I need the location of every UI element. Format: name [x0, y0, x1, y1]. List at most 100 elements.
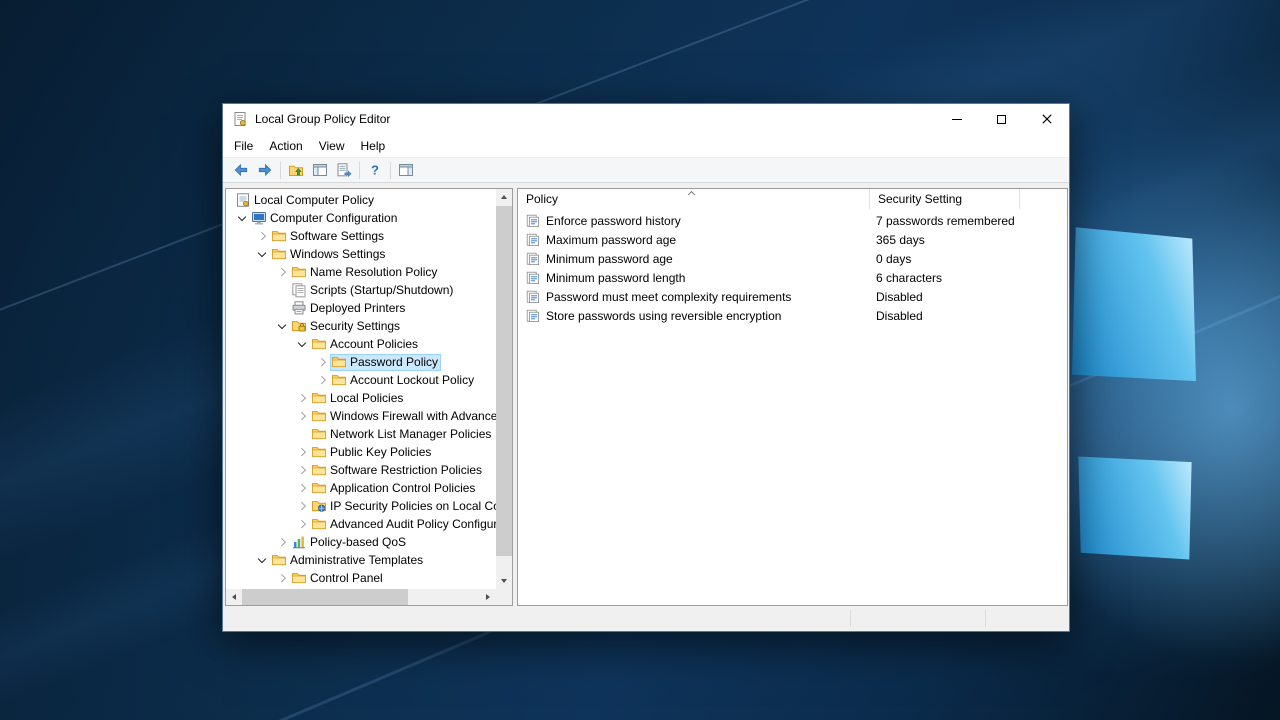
horizontal-scrollbar-thumb[interactable]	[242, 589, 408, 605]
tree-item-software-restriction-policies[interactable]: Software Restriction Policies	[226, 461, 496, 479]
chevron-right-icon[interactable]	[274, 570, 290, 586]
tree-item-security-settings[interactable]: Security Settings	[226, 317, 496, 335]
export-list-button[interactable]	[332, 159, 356, 181]
gpo-icon	[235, 192, 251, 208]
chevron-right-icon[interactable]	[294, 480, 310, 496]
maximize-button[interactable]	[979, 104, 1024, 134]
scrollbar-corner	[496, 589, 512, 605]
tree-item-label: Software Restriction Policies	[330, 463, 482, 477]
menu-action[interactable]: Action	[261, 136, 310, 156]
policy-row-store-passwords-using-reversible-encryption[interactable]: Store passwords using reversible encrypt…	[518, 306, 1067, 325]
close-button[interactable]	[1024, 104, 1069, 134]
tree-item-computer-configuration[interactable]: Computer Configuration	[226, 209, 496, 227]
menu-file[interactable]: File	[226, 136, 261, 156]
policy-row-minimum-password-length[interactable]: Minimum password length6 characters	[518, 268, 1067, 287]
chevron-down-icon[interactable]	[294, 336, 310, 352]
tree-item-password-policy[interactable]: Password Policy	[226, 353, 496, 371]
tree-item-application-control-policies[interactable]: Application Control Policies	[226, 479, 496, 497]
toolbar-separator	[390, 162, 391, 179]
back-button[interactable]	[229, 159, 253, 181]
status-bar	[223, 606, 1069, 631]
help-button[interactable]: ?	[363, 159, 387, 181]
action-pane-button[interactable]	[394, 159, 418, 181]
tree-item-software-settings[interactable]: Software Settings	[226, 227, 496, 245]
scroll-right-button[interactable]	[480, 589, 496, 605]
minimize-icon	[952, 119, 962, 120]
tree-item-control-panel[interactable]: Control Panel	[226, 569, 496, 587]
policy-row-maximum-password-age[interactable]: Maximum password age365 days	[518, 230, 1067, 249]
policy-row-minimum-password-age[interactable]: Minimum password age0 days	[518, 249, 1067, 268]
menu-view[interactable]: View	[311, 136, 353, 156]
tree-item-windows-settings[interactable]: Windows Settings	[226, 245, 496, 263]
arrow-up-icon	[501, 195, 507, 199]
scroll-down-button[interactable]	[496, 573, 512, 589]
policy-row-enforce-password-history[interactable]: Enforce password history7 passwords reme…	[518, 211, 1067, 230]
scroll-left-button[interactable]	[226, 589, 242, 605]
menu-help[interactable]: Help	[353, 136, 394, 156]
tree-item-local-computer-policy[interactable]: Local Computer Policy	[226, 191, 496, 209]
chevron-right-icon[interactable]	[294, 444, 310, 460]
tree-item-scripts-startup-shutdown[interactable]: Scripts (Startup/Shutdown)	[226, 281, 496, 299]
folder-icon	[311, 408, 327, 424]
chevron-right-icon[interactable]	[314, 372, 330, 388]
column-header-security-setting[interactable]: Security Setting	[870, 189, 1020, 209]
tree-vertical-scrollbar[interactable]	[496, 189, 512, 589]
vertical-scrollbar-thumb[interactable]	[496, 206, 512, 556]
chevron-right-icon[interactable]	[294, 498, 310, 514]
tree-item-network-list-manager-policies[interactable]: Network List Manager Policies	[226, 425, 496, 443]
chevron-down-icon[interactable]	[254, 246, 270, 262]
folder-icon	[311, 480, 327, 496]
forward-button[interactable]	[253, 159, 277, 181]
chevron-right-icon[interactable]	[254, 228, 270, 244]
tree-node: Public Key Policies	[310, 444, 434, 461]
tree-node: Security Settings	[290, 318, 403, 335]
tree-node: Scripts (Startup/Shutdown)	[290, 282, 456, 299]
chevron-down-icon[interactable]	[254, 552, 270, 568]
tree-item-account-lockout-policy[interactable]: Account Lockout Policy	[226, 371, 496, 389]
show-console-tree-button[interactable]	[308, 159, 332, 181]
chevron-right-icon[interactable]	[314, 354, 330, 370]
tree-node: Computer Configuration	[250, 210, 400, 227]
tree-item-deployed-printers[interactable]: Deployed Printers	[226, 299, 496, 317]
tree-item-windows-firewall-with-advanced[interactable]: Windows Firewall with Advanced	[226, 407, 496, 425]
tree-item-label: IP Security Policies on Local Con	[330, 499, 496, 513]
up-one-level-button[interactable]	[284, 159, 308, 181]
security-setting-value: 6 characters	[876, 271, 942, 285]
tree-item-administrative-templates[interactable]: Administrative Templates	[226, 551, 496, 569]
minimize-button[interactable]	[934, 104, 979, 134]
arrow-down-icon	[501, 579, 507, 583]
tree-item-local-policies[interactable]: Local Policies	[226, 389, 496, 407]
tree-item-advanced-audit-policy-configur[interactable]: Advanced Audit Policy Configur	[226, 515, 496, 533]
column-header-policy[interactable]: Policy	[518, 189, 870, 209]
policy-row-password-must-meet-complexity-requirements[interactable]: Password must meet complexity requiremen…	[518, 287, 1067, 306]
tree-item-label: Security Settings	[310, 319, 400, 333]
tree-node: Local Policies	[310, 390, 406, 407]
sort-ascending-icon	[688, 191, 695, 196]
chevron-right-icon[interactable]	[294, 390, 310, 406]
tree-node: Application Control Policies	[310, 480, 478, 497]
security-setting-value: 365 days	[876, 233, 925, 247]
tree-item-public-key-policies[interactable]: Public Key Policies	[226, 443, 496, 461]
tree-horizontal-scrollbar[interactable]	[226, 589, 496, 605]
policy-name: Maximum password age	[546, 233, 876, 247]
tree-item-label: Network List Manager Policies	[330, 427, 491, 441]
tree-item-account-policies[interactable]: Account Policies	[226, 335, 496, 353]
scroll-up-button[interactable]	[496, 189, 512, 205]
chevron-right-icon[interactable]	[294, 462, 310, 478]
statusbar-divider	[985, 610, 986, 627]
folder-icon	[271, 228, 287, 244]
folder-icon	[331, 372, 347, 388]
chevron-right-icon[interactable]	[274, 264, 290, 280]
computer-icon	[251, 210, 267, 226]
chevron-down-icon[interactable]	[274, 318, 290, 334]
chevron-down-icon[interactable]	[234, 210, 250, 226]
tree-item-policy-based-qos[interactable]: Policy-based QoS	[226, 533, 496, 551]
close-icon	[1042, 114, 1052, 124]
title-bar[interactable]: Local Group Policy Editor	[223, 104, 1069, 134]
chevron-right-icon[interactable]	[294, 408, 310, 424]
chevron-right-icon[interactable]	[294, 516, 310, 532]
chevron-right-icon[interactable]	[274, 534, 290, 550]
tree-node: Software Restriction Policies	[310, 462, 485, 479]
tree-item-name-resolution-policy[interactable]: Name Resolution Policy	[226, 263, 496, 281]
tree-item-ip-security-policies-on-local-con[interactable]: IP Security Policies on Local Con	[226, 497, 496, 515]
